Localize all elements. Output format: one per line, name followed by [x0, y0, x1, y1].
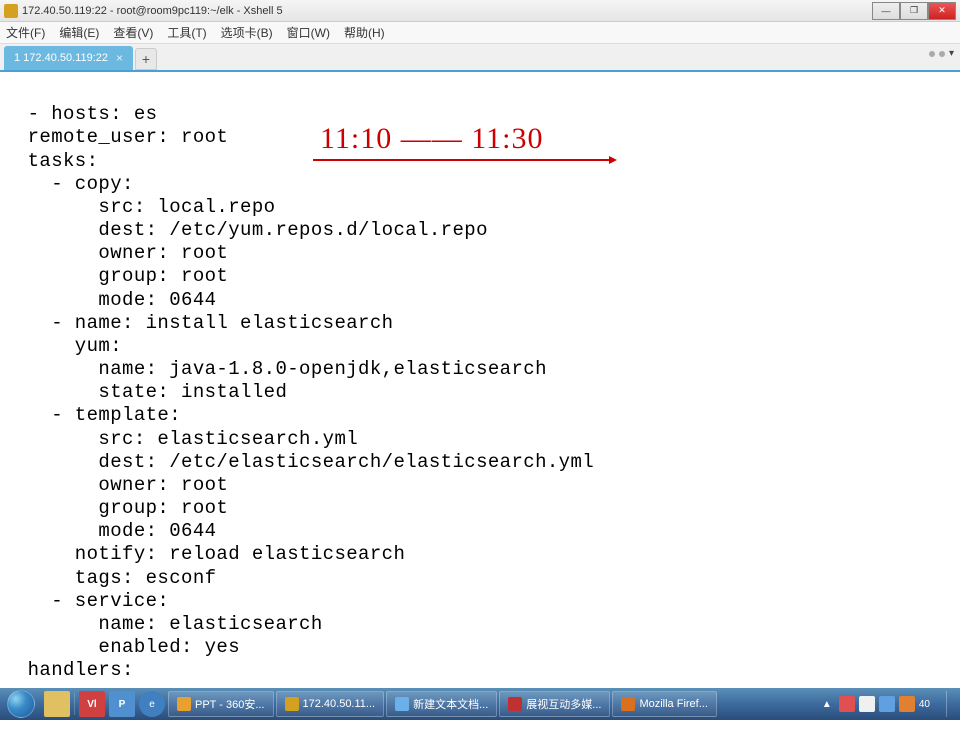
menu-tools[interactable]: 工具(T) [167, 24, 206, 41]
tray-icon[interactable] [839, 696, 855, 712]
add-tab-button[interactable]: + [135, 48, 157, 70]
task-label: 172.40.50.11... [303, 698, 376, 710]
menu-edit[interactable]: 编辑(E) [59, 24, 99, 41]
task-label: PPT - 360安... [195, 696, 265, 712]
tray-arrow-icon[interactable]: ▲ [819, 696, 835, 712]
tray-icon[interactable] [859, 696, 875, 712]
tray-icon[interactable] [879, 696, 895, 712]
menu-file[interactable]: 文件(F) [6, 24, 45, 41]
close-button[interactable]: ✕ [928, 2, 956, 20]
task-button[interactable]: Mozilla Firef... [612, 691, 716, 717]
menu-view[interactable]: 查看(V) [113, 24, 153, 41]
task-button[interactable]: 展视互动多媒... [499, 691, 610, 717]
show-desktop[interactable] [946, 691, 954, 717]
task-buttons: PPT - 360安... 172.40.50.11... 新建文本文档... 展视互… [167, 691, 718, 717]
pinned-icon-1[interactable] [44, 691, 70, 717]
start-button[interactable] [0, 688, 42, 720]
menubar: 文件(F) 编辑(E) 查看(V) 工具(T) 选项卡(B) 窗口(W) 帮助(… [0, 22, 960, 44]
maximize-button[interactable]: ❐ [900, 2, 928, 20]
time-annotation: 11:10 —— 11:30 [320, 121, 543, 158]
separator [74, 693, 75, 715]
task-button[interactable]: 172.40.50.11... [276, 691, 385, 717]
task-label: 展视互动多媒... [526, 696, 601, 712]
task-label: 新建文本文档... [413, 696, 488, 712]
minimize-button[interactable]: — [872, 2, 900, 20]
task-button[interactable]: 新建文本文档... [386, 691, 497, 717]
task-app-icon [177, 697, 191, 711]
window-controls: — ❐ ✕ [872, 2, 956, 20]
chevron-down-icon[interactable]: ▾ [949, 48, 954, 59]
menu-window[interactable]: 窗口(W) [287, 24, 330, 41]
tab-label: 1 172.40.50.119:22 [14, 52, 108, 64]
task-button[interactable]: PPT - 360安... [168, 691, 274, 717]
window-title: 172.40.50.119:22 - root@room9pc119:~/elk… [22, 5, 872, 17]
menu-help[interactable]: 帮助(H) [344, 24, 385, 41]
app-icon [4, 4, 18, 18]
terminal-text: - hosts: es remote_user: root tasks: - c… [4, 103, 594, 681]
task-app-icon [508, 697, 522, 711]
tabbar-right: ▾ [929, 48, 954, 59]
task-app-icon [621, 697, 635, 711]
session-tab[interactable]: 1 172.40.50.119:22 × [4, 46, 133, 70]
task-app-icon [285, 697, 299, 711]
taskbar: Vl P e PPT - 360安... 172.40.50.11... 新建文本文… [0, 688, 960, 720]
pinned-icon-ie[interactable]: e [139, 691, 165, 717]
annotation-underline [313, 159, 615, 161]
status-dot [939, 51, 945, 57]
tray-label: 40 [919, 699, 930, 710]
windows-icon [7, 690, 35, 718]
status-dot [929, 51, 935, 57]
titlebar: 172.40.50.119:22 - root@room9pc119:~/elk… [0, 0, 960, 22]
menu-tabs[interactable]: 选项卡(B) [221, 24, 273, 41]
tabbar: 1 172.40.50.119:22 × + ▾ [0, 44, 960, 72]
tray-icon[interactable] [899, 696, 915, 712]
system-tray: ▲ 40 [813, 691, 960, 717]
task-app-icon [395, 697, 409, 711]
pinned-icon-vlc[interactable]: Vl [79, 691, 105, 717]
terminal-output[interactable]: - hosts: es remote_user: root tasks: - c… [0, 72, 960, 737]
close-icon[interactable]: × [116, 51, 123, 65]
pinned-icon-p[interactable]: P [109, 691, 135, 717]
task-label: Mozilla Firef... [639, 698, 707, 710]
